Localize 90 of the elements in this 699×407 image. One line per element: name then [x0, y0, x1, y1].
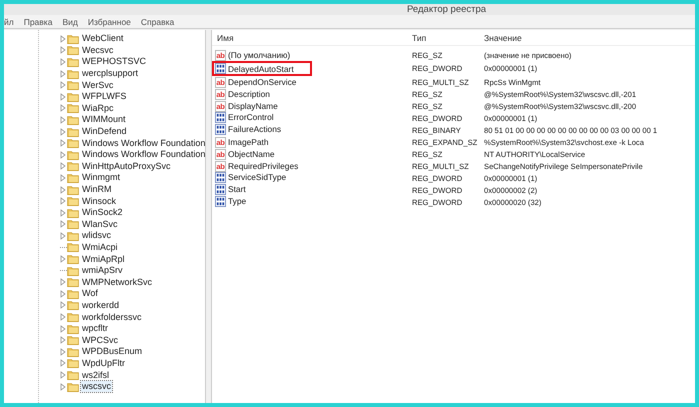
folder-icon [67, 114, 79, 125]
folder-icon [67, 56, 79, 67]
folder-icon [67, 230, 79, 241]
tree-item[interactable]: workfolderssvc [81, 312, 143, 323]
folder-icon [67, 68, 79, 79]
tree-item[interactable]: wlidsvc [81, 230, 112, 242]
folder-icon [67, 288, 79, 299]
tree-item[interactable]: wscsvc [81, 381, 112, 392]
menu-item[interactable]: Правка [24, 16, 52, 26]
value-name[interactable]: ErrorControl [228, 112, 274, 122]
value-name[interactable]: Type [228, 196, 246, 206]
tree-item[interactable]: WinHttpAutoProxySvc [81, 160, 172, 172]
tree-item[interactable]: wercplsupport [81, 68, 140, 80]
folder-icon [67, 80, 79, 90]
folder-icon [67, 242, 79, 252]
folder-icon [67, 254, 79, 264]
tree-item[interactable]: WPCSvc [81, 334, 119, 346]
tree-item[interactable]: Winmgmt [81, 172, 121, 184]
folder-icon [67, 312, 79, 322]
binary-value-icon [215, 196, 226, 207]
folder-icon [67, 335, 79, 346]
binary-value-icon [215, 112, 226, 123]
value-name[interactable]: RequiredPrivileges [228, 161, 298, 171]
folder-icon [67, 219, 79, 230]
tree-item[interactable]: WebClient [81, 33, 124, 44]
menu-item[interactable]: Вид [62, 16, 78, 26]
tree-item[interactable]: wmiApSrv [81, 265, 124, 276]
column-header[interactable]: Тип [407, 32, 479, 42]
folder-icon [67, 300, 79, 310]
tree-item[interactable]: WpdUpFltr [81, 358, 126, 369]
tree-item[interactable]: WiaRpc [81, 102, 115, 114]
folder-icon [67, 382, 79, 392]
tree-item[interactable]: wpcfltr [81, 323, 110, 334]
value-name[interactable]: DependOnService [228, 77, 296, 87]
tree-item[interactable]: Winsock [81, 196, 118, 207]
folder-icon [67, 346, 79, 357]
folder-icon [67, 161, 79, 172]
value-name[interactable]: ServiceSidType [228, 172, 286, 182]
tree-item[interactable]: Windows Workflow Foundation [81, 138, 205, 149]
tree-item[interactable]: WinDefend [81, 126, 128, 138]
folder-icon [67, 172, 79, 183]
binary-value-icon [215, 184, 226, 195]
folder-icon [67, 45, 79, 56]
folder-icon [67, 103, 79, 114]
tree-item[interactable]: WPDBusEnum [81, 346, 144, 358]
value-name[interactable]: DisplayName [228, 101, 278, 111]
folder-icon [67, 208, 79, 218]
tree-item[interactable]: Windows Workflow Foundation [81, 149, 205, 160]
menu-item[interactable]: Избранное [88, 16, 131, 26]
tree-item[interactable]: Wecsvc [81, 44, 114, 56]
value-name[interactable]: ImagePath [228, 137, 269, 147]
value-name[interactable]: DelayedAutoStart [228, 64, 294, 74]
folder-icon [67, 196, 79, 206]
folder-icon [67, 324, 79, 334]
tree-item[interactable]: WEPHOSTSVC [81, 56, 148, 68]
tree-item[interactable]: WmiAcpi [81, 242, 118, 253]
folder-icon [67, 358, 79, 368]
folder-icon [67, 277, 79, 288]
value-name[interactable]: FailureActions [228, 124, 282, 134]
binary-value-icon [215, 124, 226, 135]
tree-item[interactable]: ws2ifsl [81, 370, 110, 381]
folder-icon [67, 184, 79, 195]
value-name[interactable]: Start [228, 184, 246, 194]
folder-icon [67, 138, 79, 148]
window-title: Редактор реестра [407, 4, 486, 15]
folder-icon [67, 370, 79, 380]
folder-icon [67, 266, 79, 276]
column-header[interactable]: Значение [479, 32, 695, 42]
tree-item[interactable]: WmiApRpl [81, 254, 126, 265]
menu-item[interactable]: Справка [140, 16, 174, 26]
column-header[interactable]: Имя [212, 32, 407, 42]
folder-icon [67, 34, 79, 44]
tree-item[interactable]: Wof [81, 288, 99, 300]
folder-icon [67, 126, 79, 137]
tree-item[interactable]: WFPLWFS [81, 91, 128, 102]
tree-item[interactable]: WinRM [81, 184, 112, 196]
binary-value-icon [215, 63, 226, 74]
menu-item[interactable]: йл [4, 16, 14, 26]
tree-item[interactable]: WIMMount [81, 114, 127, 126]
folder-icon [67, 92, 79, 102]
binary-value-icon [215, 172, 226, 183]
value-name[interactable]: Description [228, 89, 270, 99]
tree-item[interactable]: workerdd [81, 300, 120, 311]
value-name[interactable]: ObjectName [228, 149, 275, 159]
tree-item[interactable]: WlanSvc [81, 218, 119, 230]
value-name[interactable]: (По умолчанию) [228, 50, 290, 60]
folder-icon [67, 150, 79, 160]
tree-item[interactable]: WerSvc [81, 80, 114, 91]
tree-item[interactable]: WMPNetworkSvc [81, 276, 154, 288]
tree-item[interactable]: WinSock2 [81, 207, 124, 218]
